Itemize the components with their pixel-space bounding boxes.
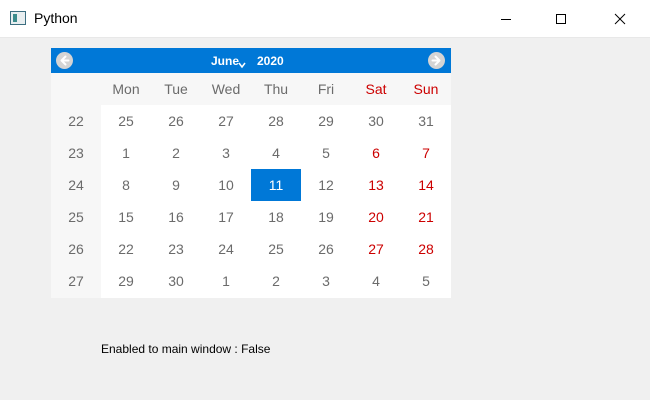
minimize-icon	[501, 18, 511, 20]
day-cell[interactable]: 30	[151, 265, 201, 297]
day-cell[interactable]: 27	[351, 233, 401, 265]
day-cell[interactable]: 1	[201, 265, 251, 297]
day-header-mon: Mon	[112, 81, 140, 97]
window-title: Python	[34, 10, 78, 26]
day-cell[interactable]: 12	[301, 169, 351, 201]
week-number: 22	[68, 113, 84, 129]
calendar-widget: June 2020 Mon Tue Wed Thu Fri Sat Sun 22…	[51, 48, 451, 298]
day-header-tue: Tue	[164, 81, 188, 97]
day-header-wed: Wed	[211, 81, 241, 97]
day-cell[interactable]: 29	[101, 265, 151, 297]
day-cell[interactable]: 3	[201, 137, 251, 169]
year-selector[interactable]: 2020	[257, 54, 284, 68]
day-cell[interactable]: 7	[401, 137, 451, 169]
selected-day-cell[interactable]: 11	[251, 169, 301, 201]
day-cell[interactable]: 28	[251, 105, 301, 137]
day-cell[interactable]: 18	[251, 201, 301, 233]
day-cell[interactable]: 16	[151, 201, 201, 233]
calendar-navigation-bar: June 2020	[51, 48, 451, 73]
day-cell[interactable]: 23	[151, 233, 201, 265]
day-cell[interactable]: 29	[301, 105, 351, 137]
day-cell[interactable]: 24	[201, 233, 251, 265]
week-number: 27	[68, 273, 84, 289]
day-cell[interactable]: 14	[401, 169, 451, 201]
day-cell[interactable]: 2	[251, 265, 301, 297]
day-cell[interactable]: 27	[201, 105, 251, 137]
day-cell[interactable]: 30	[351, 105, 401, 137]
day-cell[interactable]: 15	[101, 201, 151, 233]
chevron-down-icon	[238, 62, 246, 69]
close-icon	[614, 13, 626, 24]
day-header-sat: Sat	[365, 81, 387, 97]
day-cell[interactable]: 6	[351, 137, 401, 169]
status-label: Enabled to main window : False	[101, 342, 271, 356]
week-number: 26	[68, 241, 84, 257]
day-cell[interactable]: 22	[101, 233, 151, 265]
day-cell[interactable]: 4	[351, 265, 401, 297]
maximize-button[interactable]	[538, 0, 584, 37]
day-cell[interactable]: 2	[151, 137, 201, 169]
week-number: 23	[68, 145, 84, 161]
day-cell[interactable]: 3	[301, 265, 351, 297]
day-cell[interactable]: 21	[401, 201, 451, 233]
day-cell[interactable]: 1	[101, 137, 151, 169]
day-cell[interactable]: 9	[151, 169, 201, 201]
week-number: 25	[68, 209, 84, 225]
day-cell[interactable]: 26	[301, 233, 351, 265]
maximize-icon	[556, 13, 566, 24]
day-cell[interactable]: 17	[201, 201, 251, 233]
month-selector[interactable]: June	[211, 54, 239, 68]
previous-month-button[interactable]	[56, 52, 73, 69]
day-header-sun: Sun	[413, 81, 439, 97]
python-app-icon	[10, 11, 26, 25]
day-cell[interactable]: 13	[351, 169, 401, 201]
day-cell[interactable]: 19	[301, 201, 351, 233]
day-cell[interactable]: 4	[251, 137, 301, 169]
window-titlebar: Python	[0, 0, 650, 38]
day-cell[interactable]: 20	[351, 201, 401, 233]
day-cell[interactable]: 10	[201, 169, 251, 201]
day-cell[interactable]: 25	[101, 105, 151, 137]
next-month-button[interactable]	[428, 52, 445, 69]
close-button[interactable]	[597, 0, 643, 37]
day-cell[interactable]: 5	[301, 137, 351, 169]
arrow-left-icon	[60, 55, 70, 66]
day-cell[interactable]: 28	[401, 233, 451, 265]
day-cell[interactable]: 26	[151, 105, 201, 137]
minimize-button[interactable]	[483, 0, 529, 37]
day-cell[interactable]: 31	[401, 105, 451, 137]
day-header-thu: Thu	[263, 81, 289, 97]
arrow-right-icon	[431, 55, 441, 66]
day-header-fri: Fri	[317, 81, 335, 97]
day-cell[interactable]: 25	[251, 233, 301, 265]
week-number: 24	[68, 177, 84, 193]
day-cell[interactable]: 8	[101, 169, 151, 201]
day-cell[interactable]: 5	[401, 265, 451, 297]
